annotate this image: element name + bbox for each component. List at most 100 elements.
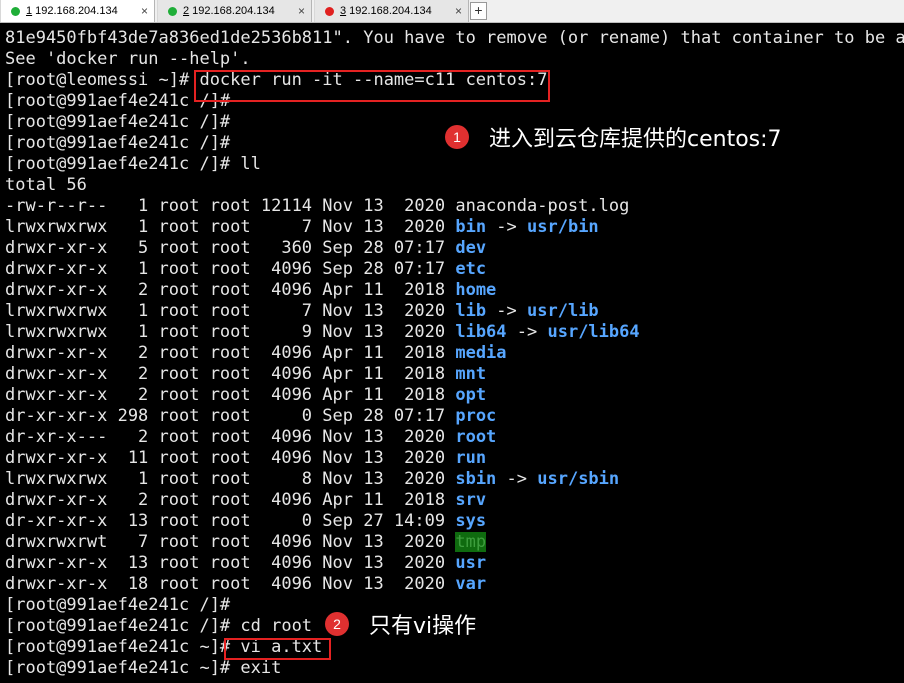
tab-number: 3 — [340, 5, 347, 17]
ls-metadata: drwxr-xr-x 2 root root 4096 Apr 11 2018 — [5, 490, 456, 510]
terminal-text: total 56 — [5, 175, 87, 195]
terminal-line: [root@991aef4e241c ~]# vi a.txt — [5, 637, 904, 658]
annotation-text: 只有vi操作 — [369, 614, 477, 639]
ls-row: dr-xr-x--- 2 root root 4096 Nov 13 2020 … — [5, 427, 904, 448]
ls-filename: dev — [455, 238, 487, 258]
ls-link-arrow: -> — [506, 322, 548, 342]
ls-link-arrow: -> — [486, 217, 528, 237]
ls-row: drwxr-xr-x 2 root root 4096 Apr 11 2018 … — [5, 280, 904, 301]
ls-row: drwxrwxrwt 7 root root 4096 Nov 13 2020 … — [5, 532, 904, 553]
ls-metadata: drwxr-xr-x 13 root root 4096 Nov 13 2020 — [5, 553, 456, 573]
close-icon[interactable]: × — [455, 4, 462, 18]
ls-metadata: drwxr-xr-x 2 root root 4096 Apr 11 2018 — [5, 280, 456, 300]
step-badge: 2 — [325, 612, 349, 636]
ls-link-target: usr/sbin — [537, 469, 620, 489]
annotation-2: 2 只有vi操作 — [325, 608, 476, 640]
ls-metadata: drwxr-xr-x 2 root root 4096 Apr 11 2018 — [5, 343, 456, 363]
ls-metadata: dr-xr-xr-x 13 root root 0 Sep 27 14:09 — [5, 511, 456, 531]
ls-metadata: lrwxrwxrwx 1 root root 9 Nov 13 2020 — [5, 322, 456, 342]
terminal-text: [root@991aef4e241c /]# — [5, 112, 231, 132]
ls-row: drwxr-xr-x 11 root root 4096 Nov 13 2020… — [5, 448, 904, 469]
terminal-text: [root@991aef4e241c ~]# exit — [5, 658, 282, 678]
tab-number: 2 — [183, 5, 190, 17]
ls-row: drwxr-xr-x 1 root root 4096 Sep 28 07:17… — [5, 259, 904, 280]
connected-status-icon — [11, 6, 20, 16]
tab-title: 192.168.204.134 — [35, 5, 118, 17]
ls-filename: root — [455, 427, 497, 447]
ls-row: -rw-r--r-- 1 root root 12114 Nov 13 2020… — [5, 196, 904, 217]
terminal-text: [root@991aef4e241c /]# — [5, 133, 231, 153]
vi-command-highlight-box — [224, 638, 331, 660]
annotation-1: 1 进入到云仓库提供的centos:7 — [445, 121, 782, 153]
ls-row: drwxr-xr-x 2 root root 4096 Apr 11 2018 … — [5, 343, 904, 364]
ls-filename: run — [455, 448, 487, 468]
ls-metadata: dr-xr-xr-x 298 root root 0 Sep 28 07:17 — [5, 406, 456, 426]
ls-filename: home — [455, 280, 497, 300]
ls-filename: media — [455, 343, 507, 363]
ls-metadata: dr-xr-x--- 2 root root 4096 Nov 13 2020 — [5, 427, 456, 447]
ls-filename: opt — [455, 385, 487, 405]
ls-metadata: drwxr-xr-x 2 root root 4096 Apr 11 2018 — [5, 385, 456, 405]
close-icon[interactable]: × — [141, 4, 148, 18]
ls-link-target: usr/bin — [527, 217, 599, 237]
ls-row: drwxr-xr-x 2 root root 4096 Apr 11 2018 … — [5, 490, 904, 511]
ls-filename: usr — [455, 553, 487, 573]
ls-filename: bin — [455, 217, 487, 237]
ls-row: lrwxrwxrwx 1 root root 7 Nov 13 2020 lib… — [5, 301, 904, 322]
tab-title: 192.168.204.134 — [349, 5, 432, 17]
close-icon[interactable]: × — [298, 4, 305, 18]
ls-row: lrwxrwxrwx 1 root root 9 Nov 13 2020 lib… — [5, 322, 904, 343]
docker-run-highlight-box — [194, 70, 550, 102]
terminal-text: [root@991aef4e241c /]# ll — [5, 154, 261, 174]
terminal-text: 81e9450fbf43de7a836ed1de2536b811". You h… — [5, 28, 904, 48]
step-badge: 1 — [445, 125, 469, 149]
ls-row: dr-xr-xr-x 298 root root 0 Sep 28 07:17 … — [5, 406, 904, 427]
session-tab-1[interactable]: 1 192.168.204.134 × — [0, 0, 155, 22]
ls-filename: sys — [455, 511, 487, 531]
ls-metadata: drwxr-xr-x 18 root root 4096 Nov 13 2020 — [5, 574, 456, 594]
ls-row: drwxr-xr-x 13 root root 4096 Nov 13 2020… — [5, 553, 904, 574]
ls-link-arrow: -> — [486, 301, 528, 321]
terminal-line: [root@991aef4e241c /]# ll — [5, 154, 904, 175]
ls-metadata: lrwxrwxrwx 1 root root 7 Nov 13 2020 — [5, 217, 456, 237]
ls-filename: var — [455, 574, 487, 594]
ls-filename: lib — [455, 301, 487, 321]
ls-metadata: drwxr-xr-x 11 root root 4096 Nov 13 2020 — [5, 448, 456, 468]
ls-link-arrow: -> — [496, 469, 538, 489]
session-tab-3[interactable]: 3 192.168.204.134 × — [314, 0, 469, 22]
ls-metadata: lrwxrwxrwx 1 root root 7 Nov 13 2020 — [5, 301, 456, 321]
ls-row: drwxr-xr-x 18 root root 4096 Nov 13 2020… — [5, 574, 904, 595]
ls-filename: sbin — [455, 469, 497, 489]
ls-row: drwxr-xr-x 5 root root 360 Sep 28 07:17 … — [5, 238, 904, 259]
terminal-text: [root@991aef4e241c /]# cd root — [5, 616, 313, 636]
ls-filename: mnt — [455, 364, 487, 384]
tab-number: 1 — [26, 5, 33, 17]
ls-metadata: -rw-r--r-- 1 root root 12114 Nov 13 2020 — [5, 196, 456, 216]
tab-bar: 1 192.168.204.134 × 2 192.168.204.134 × … — [0, 0, 904, 23]
terminal-line: 81e9450fbf43de7a836ed1de2536b811". You h… — [5, 28, 904, 49]
ls-metadata: drwxr-xr-x 2 root root 4096 Apr 11 2018 — [5, 364, 456, 384]
session-tab-2[interactable]: 2 192.168.204.134 × — [157, 0, 312, 22]
ls-filename: etc — [455, 259, 487, 279]
new-tab-button[interactable]: + — [470, 2, 487, 20]
terminal-line: See 'docker run --help'. — [5, 49, 904, 70]
ls-row: drwxr-xr-x 2 root root 4096 Apr 11 2018 … — [5, 364, 904, 385]
annotation-text: 进入到云仓库提供的centos:7 — [489, 127, 782, 152]
terminal-text: [root@991aef4e241c /]# — [5, 595, 231, 615]
tab-title: 192.168.204.134 — [192, 5, 275, 17]
ls-filename: proc — [455, 406, 497, 426]
ls-link-target: usr/lib64 — [547, 322, 640, 342]
ls-row: lrwxrwxrwx 1 root root 7 Nov 13 2020 bin… — [5, 217, 904, 238]
ls-row: lrwxrwxrwx 1 root root 8 Nov 13 2020 sbi… — [5, 469, 904, 490]
ls-row: drwxr-xr-x 2 root root 4096 Apr 11 2018 … — [5, 385, 904, 406]
terminal-text: See 'docker run --help'. — [5, 49, 251, 69]
ls-filename: lib64 — [455, 322, 507, 342]
terminal-line: [root@991aef4e241c ~]# exit — [5, 658, 904, 679]
terminal-line: total 56 — [5, 175, 904, 196]
ls-filename: tmp — [455, 532, 487, 552]
ls-filename: anaconda-post.log — [455, 196, 630, 216]
connected-status-icon — [168, 6, 177, 16]
ls-metadata: drwxrwxrwt 7 root root 4096 Nov 13 2020 — [5, 532, 456, 552]
ls-metadata: drwxr-xr-x 5 root root 360 Sep 28 07:17 — [5, 238, 456, 258]
ls-link-target: usr/lib — [527, 301, 599, 321]
